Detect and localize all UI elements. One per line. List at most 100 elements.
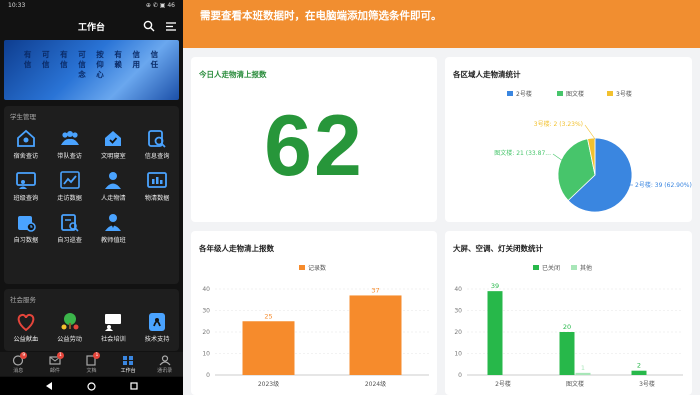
bottom-tab-bar: 9 消息 1 邮件 1 文档 工作台 通讯录 — [0, 352, 183, 376]
grid-item-label: 自习巡查 — [57, 237, 82, 244]
social-service-section: 社会服务 公益献血 公益劳动 社会培训 技术支持 — [4, 289, 179, 351]
support-icon — [146, 311, 168, 331]
bar-data-label: 37 — [371, 286, 379, 294]
grid-item-3[interactable]: 信息查询 — [135, 128, 179, 160]
calendar-icon — [15, 212, 37, 232]
inspect-icon — [59, 212, 81, 232]
grade-bar-chart: 记录数 0 10 20 30 40 2023级 25 2024级 37 — [202, 264, 429, 388]
x-tick-label: 2023级 — [258, 380, 279, 388]
status-bar: 10:33 ⊕ ✆ ▣ 46 — [8, 2, 175, 12]
heart-icon — [15, 311, 37, 331]
student-management-grid: 宿舍查访 带队查访 文明寝室 信息查询班级查询 走访数据 人走物清 物清数据自习数据 自习巡查… — [4, 126, 179, 244]
pie-label-0: 2号楼: 39 (62.90%) — [635, 181, 692, 189]
device-closed-card: 大屏、空调、灯关闭数统计 已关闭 其他 0 10 20 30 40 2号楼 39 图文楼 20 1 3号… — [445, 231, 692, 395]
grid-item-10[interactable]: 教师值班 — [92, 212, 136, 244]
legend-swatch-1 — [557, 91, 563, 96]
grid-item-label: 文明寝室 — [101, 153, 126, 160]
legend-swatch-1 — [571, 265, 577, 270]
grid-item-label: 带队查访 — [57, 153, 82, 160]
device-bar-chart: 已关闭 其他 0 10 20 30 40 2号楼 39 图文楼 20 1 3号楼 2 — [454, 264, 683, 388]
grid-item-5[interactable]: 走访数据 — [48, 170, 92, 202]
grid-item-7[interactable]: 物清数据 — [135, 170, 179, 202]
bar-data-label: 39 — [491, 282, 499, 290]
bar — [559, 332, 575, 375]
back-icon[interactable] — [45, 382, 53, 390]
mobile-app-panel: 10:33 ⊕ ✆ ▣ 46 工作台 有 可 有 可 按 有 信 信 信 信 信… — [0, 0, 183, 395]
bar — [487, 291, 503, 375]
grid-item-1[interactable]: 公益劳动 — [48, 311, 92, 343]
grid-item-0[interactable]: 公益献血 — [4, 311, 48, 343]
tab-label: 通讯录 — [157, 368, 173, 374]
tab-badge: 1 — [93, 352, 101, 359]
status-time: 10:33 — [8, 2, 26, 9]
grid-item-6[interactable]: 人走物清 — [92, 170, 136, 202]
y-tick-label: 0 — [206, 372, 210, 379]
pie-leader-2 — [584, 124, 596, 140]
training-icon — [102, 311, 124, 331]
grid-item-2[interactable]: 文明寝室 — [92, 128, 136, 160]
legend-label-0: 2号楼 — [516, 90, 532, 98]
android-nav-bar — [0, 377, 183, 395]
filter-menu-icon[interactable] — [165, 20, 177, 32]
grid-item-label: 走访数据 — [57, 195, 82, 202]
y-tick-label: 20 — [202, 329, 210, 336]
y-tick-label: 0 — [458, 372, 462, 379]
bar-data-label: 20 — [563, 323, 571, 331]
tab-0[interactable]: 9 消息 — [3, 352, 33, 376]
grid-item-1[interactable]: 带队查访 — [48, 128, 92, 160]
x-tick-label: 2号楼 — [495, 380, 511, 388]
card-title: 今日人走物清上报数 — [199, 70, 267, 79]
app-title: 工作台 — [77, 23, 105, 33]
y-tick-label: 10 — [454, 351, 462, 358]
grid-item-9[interactable]: 自习巡查 — [48, 212, 92, 244]
legend-swatch-0 — [299, 265, 305, 270]
search-icon[interactable] — [143, 20, 155, 32]
teacher-icon — [102, 212, 124, 232]
grid-item-0[interactable]: 宿舍查访 — [4, 128, 48, 160]
recents-icon[interactable] — [130, 382, 138, 390]
x-tick-label: 2024级 — [365, 380, 386, 388]
tab-2[interactable]: 1 文档 — [76, 352, 106, 376]
workbench-icon — [123, 356, 134, 365]
grid-item-3[interactable]: 技术支持 — [135, 311, 179, 343]
grid-item-label: 宿舍查访 — [13, 153, 39, 160]
legend-label-2: 3号楼 — [616, 90, 632, 98]
tab-3[interactable]: 工作台 — [113, 352, 143, 376]
tab-label: 工作台 — [120, 368, 136, 374]
today-report-count: 62 — [264, 98, 364, 194]
legend-swatch-0 — [507, 91, 513, 96]
bar — [575, 372, 591, 375]
grid-item-4[interactable]: 班级查询 — [4, 170, 48, 202]
home-icon[interactable] — [87, 381, 96, 391]
today-report-card: 今日人走物清上报数 62 — [191, 57, 437, 222]
grid-item-label: 公益献血 — [13, 336, 39, 343]
legend-swatch-0 — [533, 265, 539, 270]
notice-text: 需要查看本班数据时，在电脑端添加筛选条件即可。 — [200, 10, 442, 22]
section-title: 社会服务 — [10, 296, 36, 304]
grid-item-label: 公益劳动 — [57, 336, 82, 343]
pie-label-1: 图文楼: 21 (33.87... — [494, 149, 551, 157]
grid-item-label: 技术支持 — [144, 336, 170, 343]
home-check-icon — [102, 128, 124, 148]
person-icon — [102, 170, 124, 190]
x-tick-label: 图文楼 — [566, 380, 584, 388]
grid-item-label: 信息查询 — [144, 153, 170, 160]
pie-leader-1 — [552, 153, 564, 162]
y-tick-label: 20 — [454, 329, 462, 336]
bar-data-label: 25 — [264, 312, 272, 320]
legend-swatch-2 — [607, 91, 613, 96]
tab-4[interactable]: 通讯录 — [150, 352, 180, 376]
y-tick-label: 10 — [202, 351, 210, 358]
notice-banner: 需要查看本班数据时，在电脑端添加筛选条件即可。 — [183, 0, 700, 48]
social-service-grid: 公益献血 公益劳动 社会培训 技术支持 — [4, 309, 179, 343]
grid-item-2[interactable]: 社会培训 — [92, 311, 136, 343]
grid-item-label: 社会培训 — [101, 336, 126, 343]
banner-calligraphy: 有 可 有 可 按 有 信 信 信 信 信 信 仰 赖 用 任 念 心 — [23, 50, 163, 79]
grid-item-label: 班级查询 — [13, 195, 39, 202]
grid-item-8[interactable]: 自习数据 — [4, 212, 48, 244]
legend-label-1: 其他 — [580, 264, 592, 272]
tab-1[interactable]: 1 邮件 — [40, 352, 70, 376]
class-icon — [15, 170, 37, 190]
region-pie-chart: 2号楼 图文楼 3号楼 2号楼: 39 (62.90%) 图文楼: 21 (33.87.… — [494, 90, 692, 213]
tab-label: 邮件 — [49, 368, 60, 374]
